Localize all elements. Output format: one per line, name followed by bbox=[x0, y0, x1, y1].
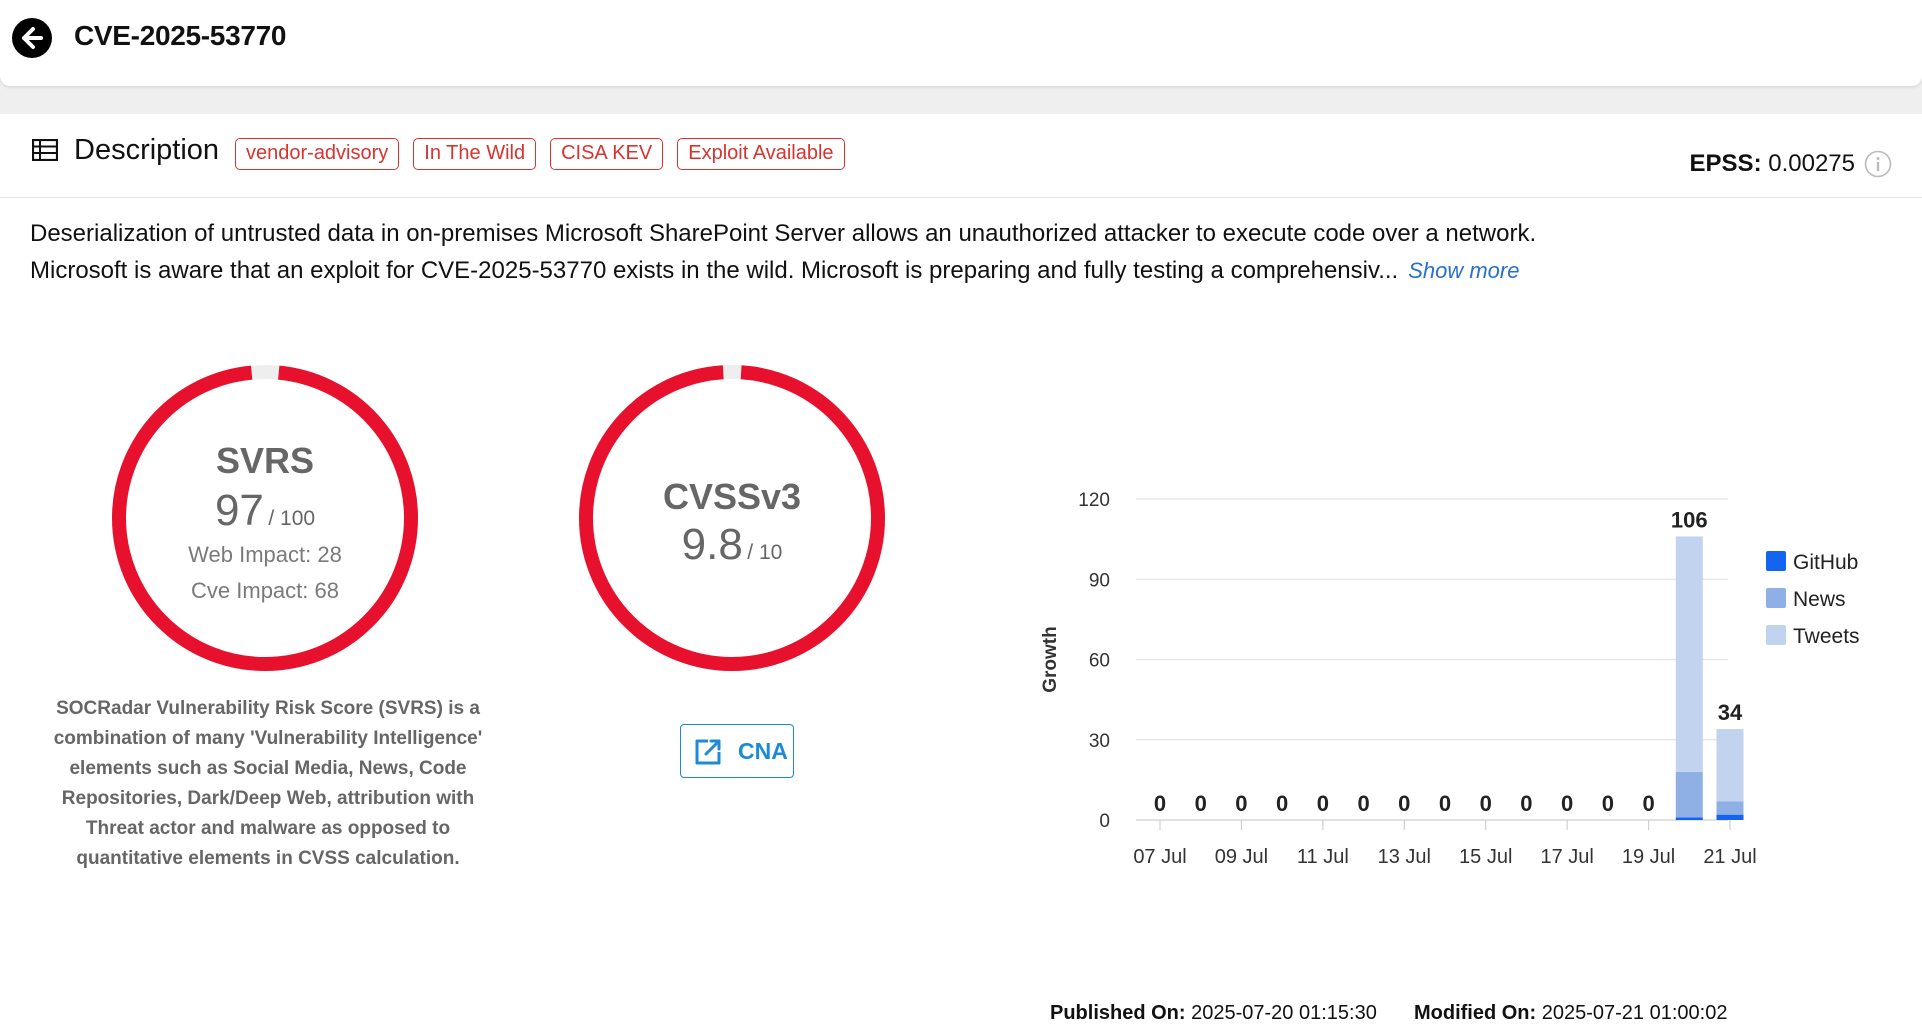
cvss-score: 9.8 / 10 bbox=[681, 520, 783, 569]
bar-total-label: 0 bbox=[1398, 791, 1410, 816]
bar-total-label: 106 bbox=[1671, 507, 1708, 532]
bar-total-label: 0 bbox=[1439, 791, 1451, 816]
y-tick-label: 0 bbox=[1099, 811, 1110, 832]
bar-github bbox=[1716, 814, 1744, 820]
svrs-title: SVRS bbox=[215, 440, 315, 481]
svrs-cve-impact: Cve Impact: 68 bbox=[191, 578, 339, 603]
bar-total-label: 0 bbox=[1195, 791, 1207, 816]
date-info: Published On: 2025-07-20 01:15:30 Modifi… bbox=[1050, 1002, 1727, 1025]
svrs-gauge: SVRS 97 / 100 Web Impact: 28 Cve Impact:… bbox=[105, 358, 425, 678]
cvss-gauge-arc bbox=[579, 365, 885, 671]
cvss-gauge: CVSSv3 9.8 / 10 bbox=[572, 358, 892, 678]
modified-value: 2025-07-21 01:00:02 bbox=[1541, 1002, 1728, 1024]
bar-total-label: 0 bbox=[1276, 791, 1288, 816]
bar-total-label: 0 bbox=[1154, 791, 1166, 816]
y-tick-label: 30 bbox=[1089, 731, 1110, 752]
bar-total-label: 0 bbox=[1602, 791, 1614, 816]
modified-label: Modified On: bbox=[1413, 1002, 1537, 1024]
legend-label-news: News bbox=[1793, 588, 1846, 611]
legend-swatch-github bbox=[1766, 551, 1786, 571]
x-tick-label: 15 Jul bbox=[1459, 846, 1512, 868]
legend-label-tweets: Tweets bbox=[1793, 625, 1860, 648]
bar-total-label: 0 bbox=[1317, 791, 1329, 816]
external-link-icon bbox=[695, 739, 721, 765]
tag-exploit-available[interactable]: Exploit Available bbox=[677, 138, 845, 170]
bar-total-label: 0 bbox=[1561, 791, 1573, 816]
published-value: 2025-07-20 01:15:30 bbox=[1191, 1002, 1377, 1024]
bar-total-label: 0 bbox=[1235, 791, 1247, 816]
tag-cisa-kev[interactable]: CISA KEV bbox=[550, 138, 664, 170]
x-tick-label: 21 Jul bbox=[1703, 846, 1756, 868]
list-icon bbox=[32, 139, 58, 161]
description-card: Description vendor-advisory In The Wild … bbox=[0, 114, 1922, 1036]
tag-in-the-wild[interactable]: In The Wild bbox=[413, 138, 537, 170]
x-tick-label: 09 Jul bbox=[1215, 846, 1268, 868]
description-text: Deserialization of untrusted data in on-… bbox=[30, 215, 1590, 289]
bar-total-label: 0 bbox=[1520, 791, 1532, 816]
bar-github bbox=[1675, 817, 1703, 820]
legend-label-github: GitHub bbox=[1793, 551, 1858, 574]
description-body: Deserialization of untrusted data in on-… bbox=[30, 220, 1537, 284]
epss-score: EPSS: 0.00275 bbox=[1690, 150, 1855, 178]
epss-label: EPSS: bbox=[1689, 150, 1762, 177]
bar-total-label: 0 bbox=[1642, 791, 1654, 816]
tag-list: vendor-advisory In The Wild CISA KEV Exp… bbox=[235, 138, 845, 170]
cna-button[interactable]: CNA bbox=[680, 724, 794, 778]
show-more-link[interactable]: Show more bbox=[1408, 258, 1519, 283]
top-bar: CVE-2025-53770 bbox=[0, 0, 1922, 86]
info-icon[interactable] bbox=[1864, 150, 1892, 178]
description-heading: Description bbox=[74, 134, 220, 166]
arrow-left-icon[interactable] bbox=[12, 18, 52, 58]
x-tick-label: 13 Jul bbox=[1378, 846, 1431, 868]
legend-swatch-tweets bbox=[1766, 625, 1786, 645]
epss-value: 0.00275 bbox=[1768, 150, 1855, 177]
svrs-web-impact: Web Impact: 28 bbox=[188, 542, 342, 567]
tag-vendor-advisory[interactable]: vendor-advisory bbox=[235, 138, 400, 170]
bar-news bbox=[1675, 771, 1703, 818]
bar-tweets bbox=[1716, 729, 1744, 802]
svrs-description: SOCRadar Vulnerability Risk Score (SVRS)… bbox=[53, 698, 483, 869]
x-tick-label: 17 Jul bbox=[1540, 846, 1593, 868]
svrs-score: 97 / 100 bbox=[214, 486, 316, 535]
y-axis-label: Growth bbox=[1040, 626, 1061, 693]
x-tick-label: 11 Jul bbox=[1297, 846, 1349, 868]
y-tick-label: 60 bbox=[1089, 651, 1110, 672]
bar-total-label: 0 bbox=[1357, 791, 1369, 816]
page-title: CVE-2025-53770 bbox=[74, 20, 287, 51]
legend-swatch-news bbox=[1766, 588, 1786, 608]
bar-total-label: 0 bbox=[1480, 791, 1492, 816]
bar-news bbox=[1716, 801, 1744, 815]
y-tick-label: 120 bbox=[1078, 490, 1110, 511]
bar-total-label: 34 bbox=[1718, 700, 1743, 725]
x-tick-label: 07 Jul bbox=[1133, 846, 1186, 868]
growth-chart: 0 30 60 90 120 Growth 0 0 0 0 0 0 0 0 0 0 0 0 0 106 34 07 Jul… bbox=[1020, 354, 1920, 914]
bar-tweets bbox=[1675, 536, 1703, 772]
y-tick-label: 90 bbox=[1089, 570, 1110, 591]
card-header: Description vendor-advisory In The Wild … bbox=[0, 114, 1922, 198]
cvss-title: CVSSv3 bbox=[662, 476, 802, 517]
cna-label: CNA bbox=[738, 738, 788, 764]
x-tick-label: 19 Jul bbox=[1622, 846, 1675, 868]
published-label: Published On: bbox=[1050, 1002, 1186, 1024]
